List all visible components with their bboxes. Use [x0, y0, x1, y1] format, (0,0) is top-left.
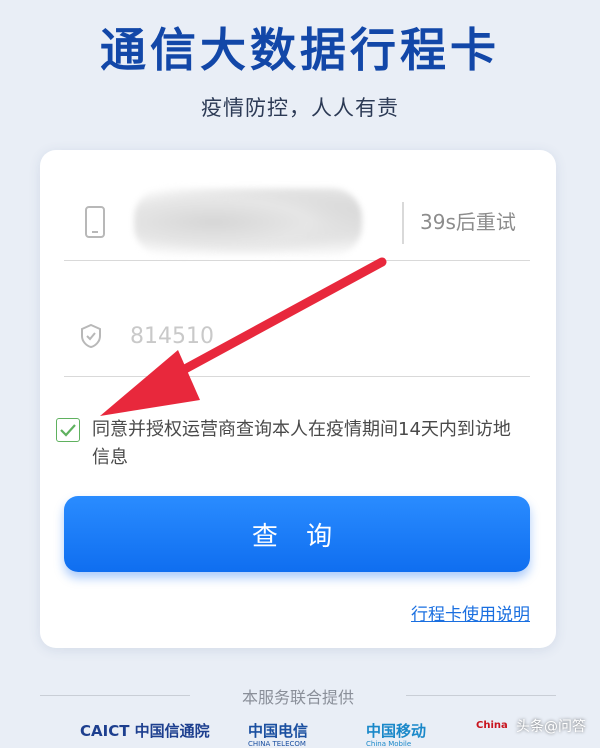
divider [64, 376, 530, 377]
provider-text: 本服务联合提供 [241, 688, 354, 707]
china-mobile-logo: 中国移动 China Mobile [366, 722, 427, 748]
divider [402, 202, 404, 244]
consent-checkbox[interactable] [56, 418, 80, 442]
phone-number-blurred[interactable] [134, 188, 362, 256]
phone-icon [85, 206, 105, 238]
code-row [64, 306, 530, 366]
footer-provider: 本服务联合提供 [40, 684, 556, 708]
app-subtitle: 疫情防控，人人有责 [201, 96, 399, 120]
retry-button[interactable]: 39s后重试 [420, 206, 516, 235]
usage-guide-link[interactable]: 行程卡使用说明 [411, 600, 530, 625]
shield-icon [81, 324, 101, 348]
query-button[interactable]: 查 询 [64, 496, 530, 572]
watermark: 头条@问答 [516, 719, 586, 735]
china-telecom-logo: 中国电信 CHINA TELECOM [248, 722, 309, 748]
divider [64, 260, 530, 261]
query-card: 39s后重试 同意并授权运营商查询本人在疫情期间14天内到访地信息 查 询 行程… [40, 150, 556, 648]
check-icon [60, 424, 76, 437]
china-unicom-logo: China [476, 720, 508, 731]
divider [406, 695, 556, 696]
verification-code-input[interactable] [128, 318, 512, 354]
app-title: 通信大数据行程卡 [100, 23, 500, 77]
caict-logo: CAICT 中国信通院 [80, 722, 210, 740]
consent-text: 同意并授权运营商查询本人在疫情期间14天内到访地信息 [92, 419, 511, 468]
phone-row: 39s后重试 [64, 188, 530, 262]
consent-row: 同意并授权运营商查询本人在疫情期间14天内到访地信息 [56, 412, 526, 472]
